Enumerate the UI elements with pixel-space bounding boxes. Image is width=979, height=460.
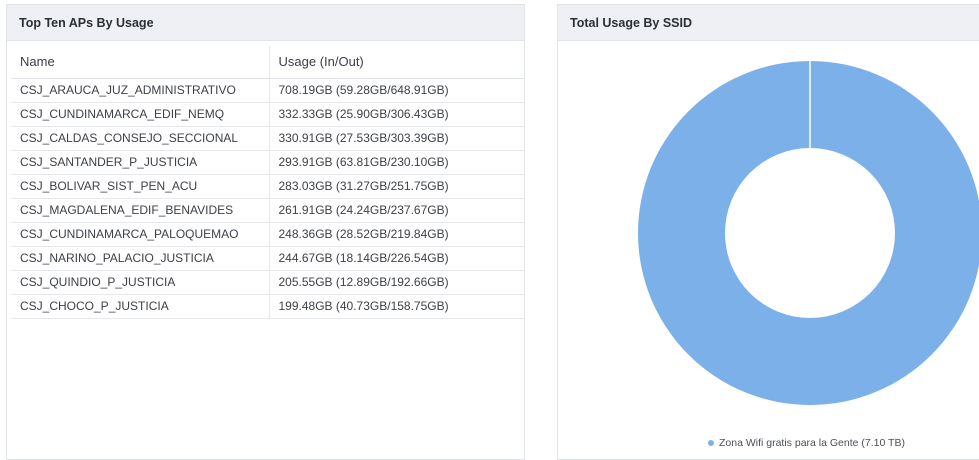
table-row[interactable]: CSJ_SANTANDER_P_JUSTICIA 293.91GB (63.81G… <box>11 150 524 175</box>
table-row[interactable]: CSJ_CALDAS_CONSEJO_SECCIONAL 330.91GB (27… <box>11 126 524 151</box>
ap-name-cell: CSJ_BOLIVAR_SIST_PEN_ACU <box>11 174 270 199</box>
table-row[interactable]: CSJ_CHOCO_P_JUSTICIA 199.48GB (40.73GB/15… <box>11 294 524 319</box>
table-header-row: Name Usage (In/Out) <box>11 46 524 79</box>
top-aps-title: Top Ten APs By Usage <box>7 5 524 41</box>
ap-usage-cell: 293.91GB (63.81GB/230.10GB) <box>269 150 524 175</box>
ssid-donut-chart <box>638 61 979 410</box>
ap-name-cell: CSJ_CALDAS_CONSEJO_SECCIONAL <box>11 126 270 151</box>
legend-dot-icon <box>708 440 714 446</box>
ap-name-cell: CSJ_ARAUCA_JUZ_ADMINISTRATIVO <box>11 78 270 103</box>
table-row[interactable]: CSJ_MAGDALENA_EDIF_BENAVIDES 261.91GB (24… <box>11 198 524 223</box>
top-aps-panel: Top Ten APs By Usage Name Usage (In/Out)… <box>6 4 525 460</box>
table-row[interactable]: CSJ_QUINDIO_P_JUSTICIA 205.55GB (12.89GB/… <box>11 270 524 295</box>
ap-usage-cell: 248.36GB (28.52GB/219.84GB) <box>269 222 524 247</box>
ssid-usage-title: Total Usage By SSID <box>558 5 979 41</box>
ap-usage-cell: 261.91GB (24.24GB/237.67GB) <box>269 198 524 223</box>
ap-name-cell: CSJ_NARINO_PALACIO_JUSTICIA <box>11 246 270 271</box>
ap-name-cell: CSJ_CUNDINAMARCA_EDIF_NEMQ <box>11 102 270 127</box>
donut-slice[interactable] <box>638 61 979 405</box>
ap-usage-cell: 330.91GB (27.53GB/303.39GB) <box>269 126 524 151</box>
table-row[interactable]: CSJ_NARINO_PALACIO_JUSTICIA 244.67GB (18.… <box>11 246 524 271</box>
chart-legend[interactable]: Zona Wifi gratis para la Gente (7.10 TB) <box>708 437 905 449</box>
ap-name-cell: CSJ_SANTANDER_P_JUSTICIA <box>11 150 270 175</box>
column-header-usage[interactable]: Usage (In/Out) <box>269 46 524 79</box>
table-row[interactable]: CSJ_ARAUCA_JUZ_ADMINISTRATIVO 708.19GB (5… <box>11 78 524 103</box>
ap-name-cell: CSJ_MAGDALENA_EDIF_BENAVIDES <box>11 198 270 223</box>
ap-usage-cell: 199.48GB (40.73GB/158.75GB) <box>269 294 524 319</box>
table-row[interactable]: CSJ_BOLIVAR_SIST_PEN_ACU 283.03GB (31.27G… <box>11 174 524 199</box>
ap-usage-cell: 708.19GB (59.28GB/648.91GB) <box>269 78 524 103</box>
top-aps-table: Name Usage (In/Out) CSJ_ARAUCA_JUZ_ADMIN… <box>11 46 524 319</box>
ap-name-cell: CSJ_QUINDIO_P_JUSTICIA <box>11 270 270 295</box>
table-row[interactable]: CSJ_CUNDINAMARCA_PALOQUEMAO 248.36GB (28.… <box>11 222 524 247</box>
ap-usage-cell: 244.67GB (18.14GB/226.54GB) <box>269 246 524 271</box>
ap-usage-cell: 205.55GB (12.89GB/192.66GB) <box>269 270 524 295</box>
ssid-usage-panel: Total Usage By SSID Zona Wifi gratis par… <box>557 4 979 460</box>
table-row[interactable]: CSJ_CUNDINAMARCA_EDIF_NEMQ 332.33GB (25.9… <box>11 102 524 127</box>
donut-svg <box>638 61 979 405</box>
legend-label: Zona Wifi gratis para la Gente (7.10 TB) <box>719 437 905 449</box>
ap-usage-cell: 283.03GB (31.27GB/251.75GB) <box>269 174 524 199</box>
column-header-name[interactable]: Name <box>11 46 270 79</box>
ap-name-cell: CSJ_CHOCO_P_JUSTICIA <box>11 294 270 319</box>
ap-usage-cell: 332.33GB (25.90GB/306.43GB) <box>269 102 524 127</box>
top-aps-rows: CSJ_ARAUCA_JUZ_ADMINISTRATIVO 708.19GB (5… <box>11 78 524 319</box>
ap-name-cell: CSJ_CUNDINAMARCA_PALOQUEMAO <box>11 222 270 247</box>
